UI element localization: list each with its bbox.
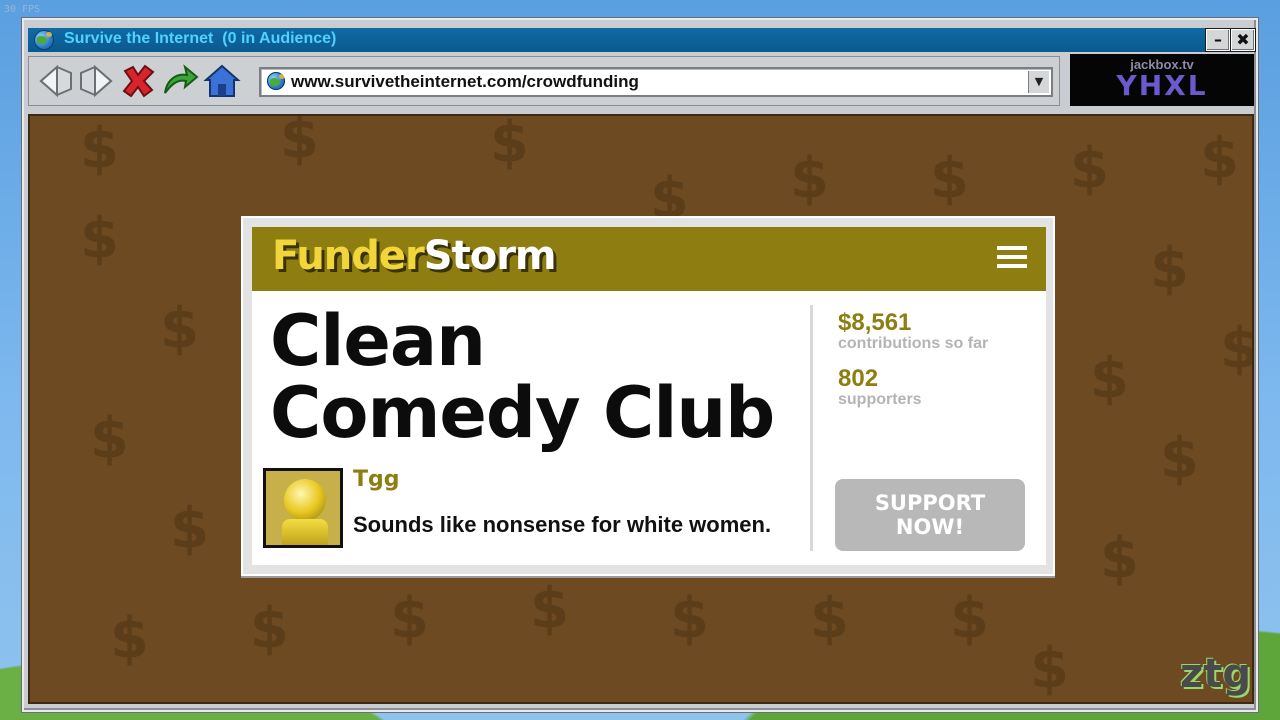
- dollar-sign-icon: $: [1030, 636, 1069, 701]
- globe-icon: [267, 72, 285, 90]
- support-now-button[interactable]: SUPPORT NOW!: [835, 479, 1025, 551]
- dollar-sign-icon: $: [390, 586, 429, 651]
- dollar-sign-icon: $: [90, 406, 129, 471]
- dollar-sign-icon: $: [1070, 136, 1109, 201]
- campaign-title: Clean Comedy Club: [270, 305, 810, 449]
- menu-icon[interactable]: [997, 246, 1027, 270]
- dollar-sign-icon: $: [930, 146, 969, 211]
- dollar-sign-icon: $: [790, 146, 829, 211]
- address-bar[interactable]: www.survivetheinternet.com/crowdfunding …: [259, 67, 1053, 97]
- forward-icon[interactable]: [77, 63, 115, 99]
- dollar-sign-icon: $: [810, 586, 849, 651]
- contributions-label: contributions so far: [838, 335, 989, 352]
- brand-name-part2: Storm: [423, 233, 557, 279]
- page-content: $ $ $ $ $ $ $ $ $ $ $ $ $ $ $ $ $ $ $ $ …: [28, 114, 1254, 704]
- globe-icon: [34, 30, 54, 50]
- home-icon[interactable]: [203, 63, 241, 99]
- dollar-sign-icon: $: [160, 296, 199, 361]
- dollar-sign-icon: $: [950, 586, 989, 651]
- divider: [810, 305, 813, 551]
- dollar-sign-icon: $: [250, 596, 289, 661]
- address-text[interactable]: www.survivetheinternet.com/crowdfunding: [291, 72, 639, 92]
- supporters-value: 802: [838, 365, 879, 392]
- card-body: FunderStorm Clean Comedy Club Tgg Sounds…: [252, 227, 1046, 565]
- room-code: YHXL: [1116, 69, 1208, 102]
- dollar-sign-icon: $: [1160, 426, 1199, 491]
- avatar-body: [282, 519, 328, 545]
- supporters-label: supporters: [838, 391, 922, 408]
- close-button[interactable]: ✖: [1231, 29, 1255, 51]
- fps-counter: 30 FPS: [4, 4, 41, 15]
- dollar-sign-icon: $: [530, 576, 569, 641]
- room-code-panel: jackbox.tv YHXL: [1070, 54, 1254, 106]
- avatar-head: [284, 479, 326, 521]
- contributions-value: $8,561: [838, 309, 912, 336]
- campaign-title-line1: Clean: [270, 300, 486, 382]
- dollar-sign-icon: $: [1150, 236, 1189, 301]
- dollar-sign-icon: $: [80, 116, 119, 181]
- watermark-logo: ztg: [1180, 651, 1252, 697]
- address-dropdown-button[interactable]: ▼: [1028, 71, 1049, 93]
- crowdfunding-card: FunderStorm Clean Comedy Club Tgg Sounds…: [241, 216, 1055, 576]
- window-title: Survive the Internet (0 in Audience): [64, 30, 337, 47]
- brand-header: FunderStorm: [252, 227, 1046, 291]
- toolbar: www.survivetheinternet.com/crowdfunding …: [28, 56, 1060, 106]
- commenter-name: Tgg: [353, 467, 400, 492]
- title-bar: Survive the Internet (0 in Audience) – ✖: [28, 28, 1255, 52]
- support-label-line2: NOW!: [895, 515, 965, 539]
- brand-name-part1: Funder: [272, 233, 425, 279]
- dollar-sign-icon: $: [490, 114, 529, 175]
- brand-logo[interactable]: FunderStorm: [272, 233, 557, 279]
- stop-icon[interactable]: [119, 63, 157, 99]
- comment-text: Sounds like nonsense for white women.: [353, 512, 772, 537]
- browser-window: Survive the Internet (0 in Audience) – ✖…: [22, 18, 1258, 712]
- dollar-sign-icon: $: [1100, 526, 1139, 591]
- avatar: [263, 468, 343, 548]
- dollar-sign-icon: $: [280, 114, 319, 171]
- dollar-sign-icon: $: [170, 496, 209, 561]
- support-label-line1: SUPPORT: [874, 491, 986, 515]
- minimize-button[interactable]: –: [1206, 29, 1230, 51]
- dollar-sign-icon: $: [1220, 316, 1252, 381]
- back-icon[interactable]: [37, 63, 75, 99]
- campaign-title-line2: Comedy Club: [270, 372, 775, 454]
- dollar-sign-icon: $: [1200, 126, 1239, 191]
- dollar-sign-icon: $: [80, 206, 119, 271]
- refresh-icon[interactable]: [161, 63, 199, 99]
- dollar-sign-icon: $: [110, 606, 149, 671]
- dollar-sign-icon: $: [1090, 346, 1129, 411]
- dollar-sign-icon: $: [670, 586, 709, 651]
